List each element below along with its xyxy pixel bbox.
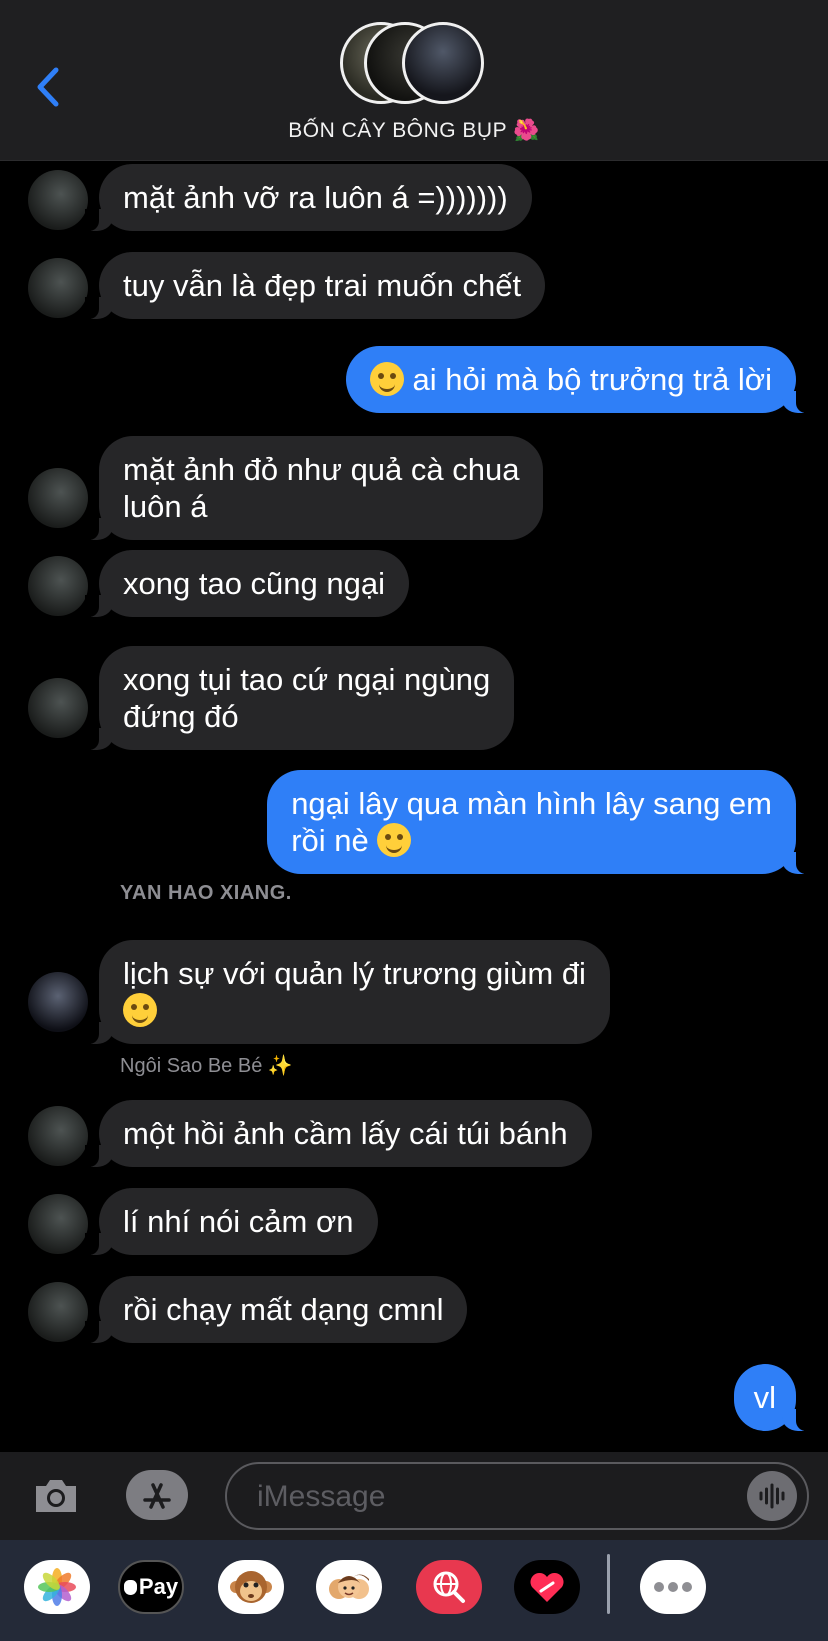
outgoing-message[interactable]: vl (733, 1364, 811, 1431)
drawer-divider (607, 1554, 610, 1614)
incoming-message[interactable]: xong tao cũng ngại (85, 550, 409, 617)
sender-avatar[interactable] (28, 170, 88, 230)
sender-name: YAN HAO XIANG. (120, 882, 292, 904)
conversation-header: BỐN CÂY BÔNG BỤP 🌺 (0, 0, 828, 161)
group-member-avatar (402, 22, 484, 104)
app-store-button[interactable] (126, 1470, 188, 1520)
sender-name: Ngôi Sao Be Bé ✨ (120, 1053, 293, 1078)
more-apps-button[interactable] (640, 1560, 706, 1614)
monkey-face-icon (230, 1571, 272, 1603)
sender-avatar[interactable] (28, 556, 88, 616)
message-text-line: mặt ảnh đỏ như quả cà chua (123, 452, 520, 487)
message-thread[interactable]: mặt ảnh vỡ ra luôn á =))))))) tuy vẫn là… (0, 160, 828, 1452)
back-chevron-icon[interactable] (30, 64, 66, 110)
incoming-message[interactable]: tuy vẫn là đẹp trai muốn chết (84, 252, 546, 319)
incoming-message[interactable]: một hồi ảnh cầm lấy cái túi bánh (85, 1100, 592, 1167)
message-text: tuy vẫn là đẹp trai muốn chết (123, 268, 522, 303)
apple-pay-label: Pay (138, 1574, 179, 1599)
audio-message-button[interactable] (747, 1471, 797, 1521)
group-title[interactable]: BỐN CÂY BÔNG BỤP 🌺 (0, 119, 828, 143)
more-icon (654, 1582, 692, 1592)
message-text-line: đứng đó (123, 699, 239, 734)
camera-icon[interactable] (32, 1474, 80, 1516)
message-text-line: xong tụi tao cứ ngại ngùng (123, 662, 491, 697)
apple-pay-button[interactable]: Pay (118, 1560, 184, 1614)
imessage-app-drawer: Pay (0, 1540, 828, 1641)
outgoing-message[interactable]: ai hỏi mà bộ trưởng trả lời (345, 346, 811, 413)
sparkles-emoji: ✨ (267, 1055, 293, 1077)
message-text-line: lịch sự với quản lý trương giùm đi (123, 956, 586, 991)
hibiscus-emoji: 🌺 (513, 119, 540, 142)
sender-avatar[interactable] (28, 1282, 88, 1342)
message-text: một hồi ảnh cầm lấy cái túi bánh (123, 1116, 568, 1151)
message-text: rồi chạy mất dạng cmnl (123, 1292, 444, 1327)
message-text-line: rồi nè (291, 823, 369, 858)
message-input[interactable]: iMessage (225, 1462, 809, 1530)
compose-bar: iMessage (0, 1452, 828, 1540)
sender-avatar[interactable] (28, 1106, 88, 1166)
animoji-app-button[interactable] (218, 1560, 284, 1614)
web-image-search-button[interactable] (416, 1560, 482, 1614)
incoming-message[interactable]: lịch sự với quản lý trương giùm đi (85, 940, 610, 1044)
app-store-icon (143, 1483, 171, 1509)
apple-logo-icon (123, 1579, 137, 1595)
sender-avatar[interactable] (28, 1194, 88, 1254)
digital-touch-button[interactable] (514, 1560, 580, 1614)
waveform-icon (759, 1483, 785, 1509)
group-avatar-stack[interactable] (340, 22, 490, 108)
message-input-placeholder: iMessage (257, 1480, 386, 1513)
message-text-line: ngại lây qua màn hình lây sang em (291, 786, 772, 821)
sender-avatar[interactable] (28, 972, 88, 1032)
sender-avatar[interactable] (28, 258, 88, 318)
incoming-message[interactable]: mặt ảnh vỡ ra luôn á =))))))) (85, 164, 532, 231)
globe-search-icon (433, 1571, 465, 1603)
group-name-text: BỐN CÂY BÔNG BỤP (288, 119, 507, 142)
message-text: xong tao cũng ngại (123, 566, 385, 601)
photos-icon (38, 1568, 76, 1606)
sender-avatar[interactable] (28, 468, 88, 528)
grinning-face-emoji (377, 823, 412, 857)
message-text: lí nhí nói cảm ơn (123, 1204, 354, 1239)
message-text-line: luôn á (123, 489, 208, 524)
incoming-message[interactable]: xong tụi tao cứ ngại ngùng đứng đó (84, 646, 515, 750)
memoji-stickers-button[interactable] (316, 1560, 382, 1614)
message-text: mặt ảnh vỡ ra luôn á =))))))) (123, 180, 508, 215)
smiling-face-emoji (123, 993, 157, 1027)
memoji-icon (329, 1574, 369, 1599)
outgoing-message[interactable]: ngại lây qua màn hình lây sang em rồi nè (267, 770, 810, 874)
message-text: vl (753, 1380, 776, 1415)
photos-app-button[interactable] (24, 1560, 90, 1614)
incoming-message[interactable]: rồi chạy mất dạng cmnl (84, 1276, 468, 1343)
heart-touch-icon (530, 1572, 564, 1602)
incoming-message[interactable]: mặt ảnh đỏ như quả cà chua luôn á (84, 436, 544, 540)
sender-avatar[interactable] (28, 678, 88, 738)
message-text: ai hỏi mà bộ trưởng trả lời (412, 362, 773, 397)
sender-name-text: Ngôi Sao Be Bé (120, 1055, 263, 1077)
incoming-message[interactable]: lí nhí nói cảm ơn (85, 1188, 378, 1255)
unamused-face-emoji (369, 362, 404, 396)
